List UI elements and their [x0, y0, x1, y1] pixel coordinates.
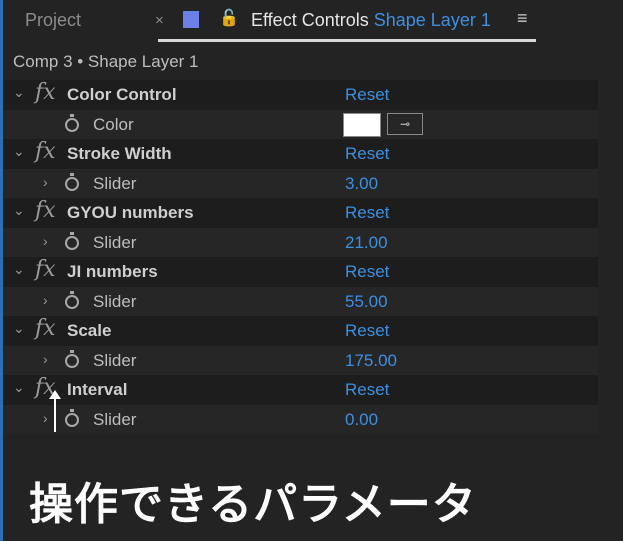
- fx-icon[interactable]: fx: [35, 198, 56, 223]
- param-name: Slider: [93, 291, 137, 311]
- tab-layer-name[interactable]: Shape Layer 1: [374, 10, 491, 30]
- effect-name[interactable]: Interval: [67, 380, 127, 400]
- chevron-right-icon[interactable]: ›: [43, 292, 48, 308]
- tab-label: Effect Controls: [251, 10, 369, 30]
- effect-row: ⌄ fx Interval Reset: [3, 375, 598, 405]
- effect-controls-panel: Project × 🔓 Effect Controls Shape Layer …: [0, 0, 623, 541]
- slider-value[interactable]: 21.00: [345, 233, 388, 253]
- reset-button[interactable]: Reset: [345, 380, 389, 400]
- param-name: Slider: [93, 350, 137, 370]
- param-row: › Slider 21.00: [3, 227, 598, 257]
- tab-bar: Project × 🔓 Effect Controls Shape Layer …: [3, 0, 623, 42]
- tab-effect-controls[interactable]: Effect Controls Shape Layer 1: [251, 10, 491, 31]
- chevron-right-icon[interactable]: ›: [43, 410, 48, 426]
- stopwatch-icon[interactable]: [65, 172, 79, 191]
- effects-list: ⌄ fx Color Control Reset Color ⊸ ⌄ fx Stroke Wi…: [3, 80, 598, 434]
- slider-value[interactable]: 55.00: [345, 292, 388, 312]
- effect-row: ⌄ fx Stroke Width Reset: [3, 139, 598, 169]
- arrow-annotation-icon: [49, 390, 61, 432]
- slider-value[interactable]: 175.00: [345, 351, 397, 371]
- breadcrumb: Comp 3 • Shape Layer 1: [13, 52, 199, 71]
- param-row: › Slider 55.00: [3, 286, 598, 316]
- fx-icon[interactable]: fx: [35, 139, 56, 164]
- effect-name[interactable]: Stroke Width: [67, 144, 172, 164]
- chevron-down-icon[interactable]: ⌄: [13, 84, 25, 101]
- param-row: › Slider 3.00: [3, 168, 598, 198]
- stopwatch-icon[interactable]: [65, 231, 79, 250]
- reset-button[interactable]: Reset: [345, 203, 389, 223]
- param-row: › Slider 175.00: [3, 345, 598, 375]
- chevron-right-icon[interactable]: ›: [43, 174, 48, 190]
- chevron-down-icon[interactable]: ⌄: [13, 379, 25, 396]
- param-name: Slider: [93, 173, 137, 193]
- stopwatch-icon[interactable]: [65, 408, 79, 427]
- stopwatch-icon[interactable]: [65, 349, 79, 368]
- effect-row: ⌄ fx Scale Reset: [3, 316, 598, 346]
- effect-row: ⌄ fx JI numbers Reset: [3, 257, 598, 287]
- param-name: Slider: [93, 409, 137, 429]
- effect-row: ⌄ fx Color Control Reset: [3, 80, 598, 110]
- effect-name[interactable]: GYOU numbers: [67, 203, 194, 223]
- stopwatch-icon[interactable]: [65, 290, 79, 309]
- param-row: › Slider 0.00: [3, 404, 598, 434]
- param-name: Slider: [93, 232, 137, 252]
- fx-icon[interactable]: fx: [35, 80, 56, 105]
- eyedropper-icon[interactable]: ⊸: [387, 112, 423, 135]
- slider-value[interactable]: 3.00: [345, 174, 378, 194]
- effect-name[interactable]: Scale: [67, 321, 111, 341]
- fx-icon[interactable]: fx: [35, 257, 56, 282]
- param-row: Color ⊸: [3, 109, 598, 139]
- chevron-right-icon[interactable]: ›: [43, 233, 48, 249]
- lock-icon[interactable]: 🔓: [219, 8, 239, 28]
- effect-row: ⌄ fx GYOU numbers Reset: [3, 198, 598, 228]
- chevron-down-icon[interactable]: ⌄: [13, 202, 25, 219]
- label-color-swatch: [183, 11, 199, 28]
- param-name: Color: [93, 114, 134, 134]
- stopwatch-icon[interactable]: [65, 113, 79, 132]
- tab-project[interactable]: Project: [25, 10, 81, 31]
- color-swatch[interactable]: [343, 112, 381, 137]
- chevron-down-icon[interactable]: ⌄: [13, 143, 25, 160]
- panel-menu-icon[interactable]: ≡: [517, 8, 528, 29]
- slider-value[interactable]: 0.00: [345, 410, 378, 430]
- reset-button[interactable]: Reset: [345, 85, 389, 105]
- reset-button[interactable]: Reset: [345, 144, 389, 164]
- chevron-right-icon[interactable]: ›: [43, 351, 48, 367]
- reset-button[interactable]: Reset: [345, 262, 389, 282]
- close-icon[interactable]: ×: [155, 12, 164, 29]
- effect-name[interactable]: JI numbers: [67, 262, 158, 282]
- caption: 操作できるパラメータ: [29, 479, 477, 530]
- reset-button[interactable]: Reset: [345, 321, 389, 341]
- effect-name[interactable]: Color Control: [67, 85, 177, 105]
- chevron-down-icon[interactable]: ⌄: [13, 261, 25, 278]
- fx-icon[interactable]: fx: [35, 316, 56, 341]
- active-tab-underline: [158, 39, 536, 42]
- chevron-down-icon[interactable]: ⌄: [13, 320, 25, 337]
